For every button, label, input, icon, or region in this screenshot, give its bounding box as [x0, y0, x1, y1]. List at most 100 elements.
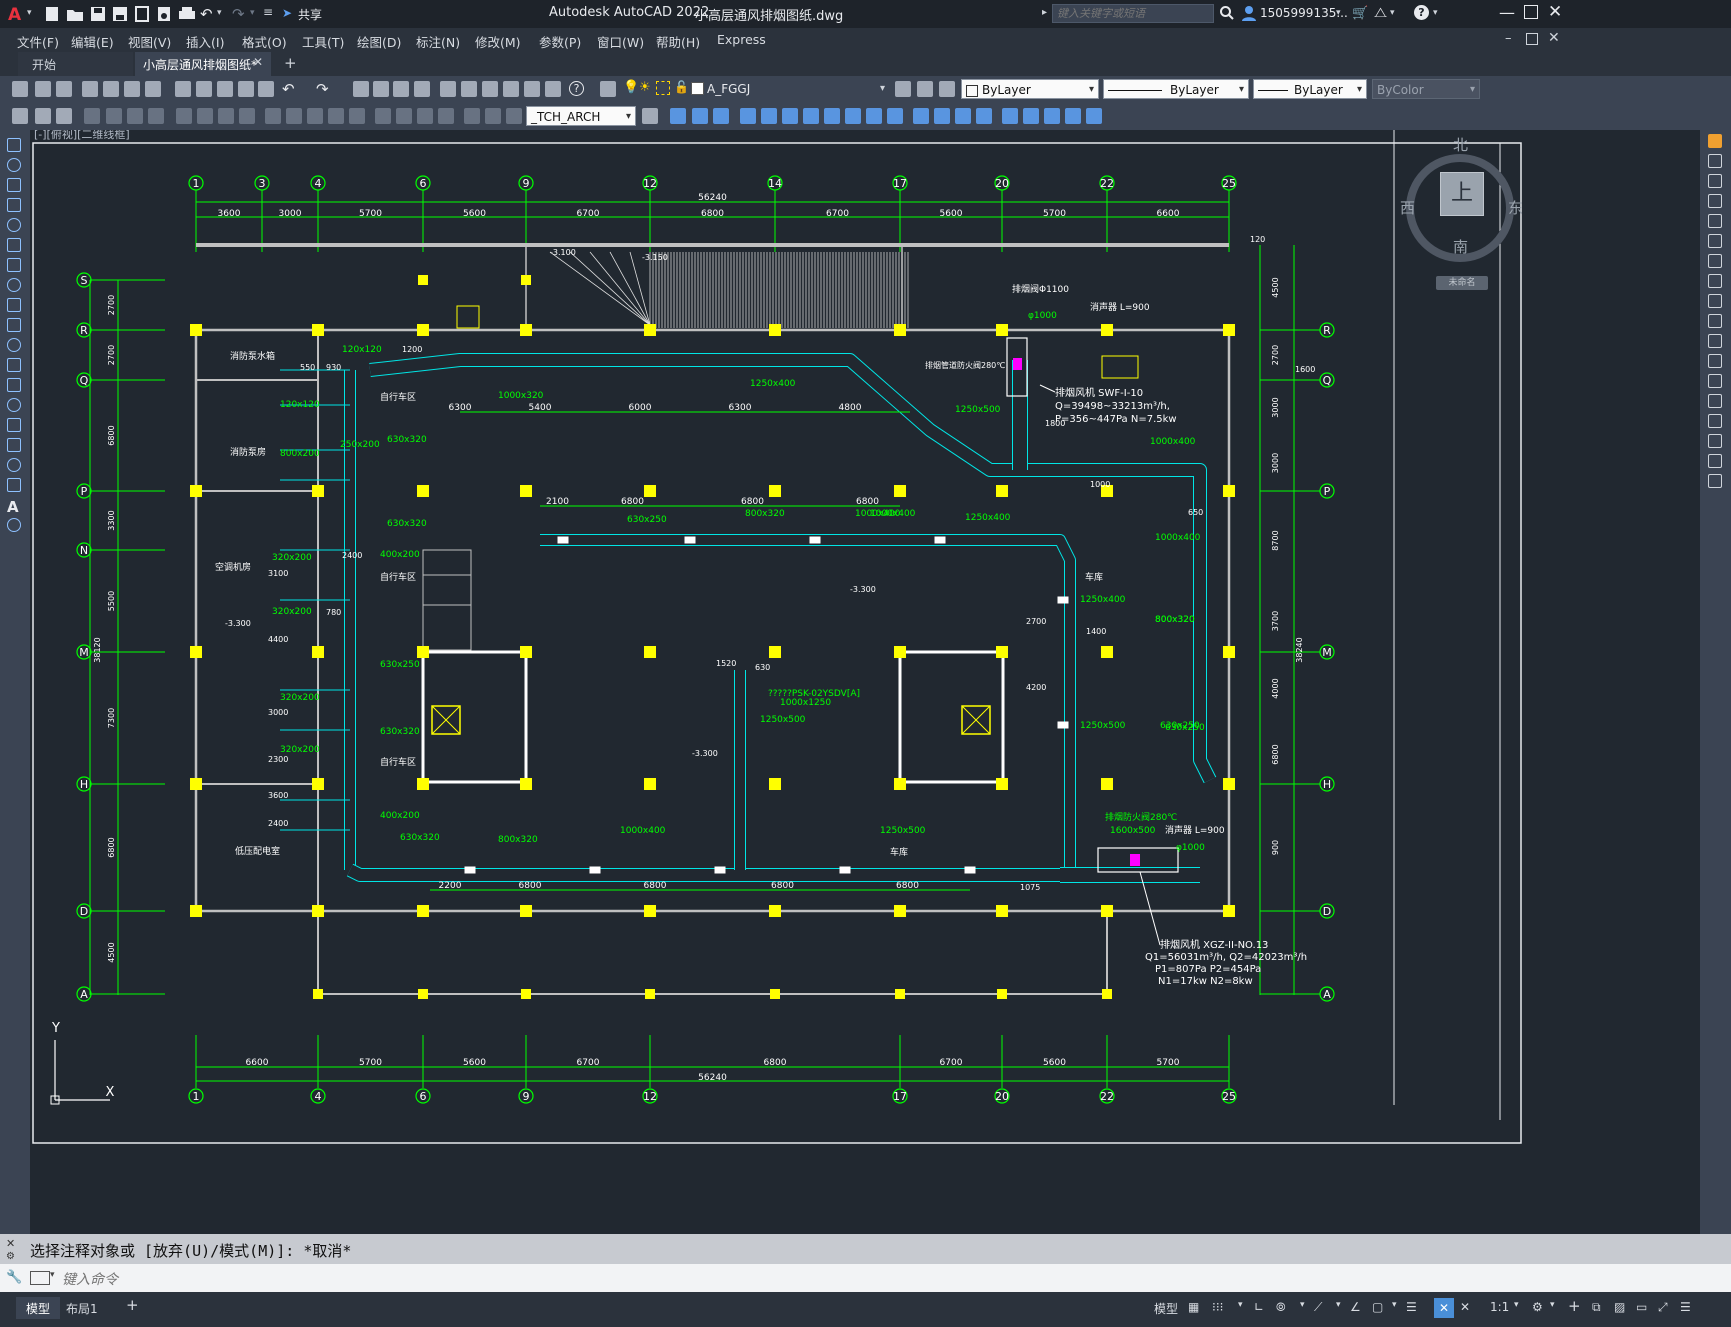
- plot-icon[interactable]: [178, 6, 196, 25]
- modify-explode-icon[interactable]: [1708, 474, 1722, 488]
- modify-blend-icon[interactable]: [1708, 454, 1722, 468]
- viewcube-east[interactable]: 东: [1508, 197, 1523, 218]
- menu-insert[interactable]: 插入(I): [186, 32, 224, 51]
- isodraft-dropdown-icon[interactable]: ▾: [1336, 1300, 1341, 1310]
- grid-icon[interactable]: ▦: [1188, 1300, 1199, 1314]
- modify-chamfer-icon[interactable]: [1708, 414, 1722, 428]
- ordinate-dim-icon[interactable]: [148, 108, 164, 124]
- continue-dim-icon[interactable]: [307, 108, 323, 124]
- 3d-dwf-icon[interactable]: [145, 81, 161, 97]
- dimstyle-manager-icon[interactable]: [642, 108, 658, 124]
- doc-close-icon[interactable]: ✕: [1548, 30, 1560, 46]
- doc-minimize-icon[interactable]: –: [1505, 31, 1512, 46]
- redo-icon[interactable]: ↷: [232, 5, 245, 23]
- copy-object-icon[interactable]: [670, 108, 686, 124]
- preview-icon[interactable]: [103, 81, 119, 97]
- wcs-menu[interactable]: 未命名: [1436, 276, 1488, 290]
- save-icon[interactable]: [90, 6, 106, 25]
- layer-lock-icon[interactable]: 🔓: [674, 80, 689, 94]
- move-icon[interactable]: [761, 108, 777, 124]
- autodesk-app-icon[interactable]: ⧍: [1374, 5, 1387, 21]
- jogged-linear-icon[interactable]: [438, 108, 454, 124]
- viewcube-top-face[interactable]: 上: [1440, 172, 1484, 216]
- cut-icon[interactable]: [175, 81, 191, 97]
- draw-arc-icon[interactable]: [7, 238, 21, 252]
- linear-dim-icon[interactable]: [84, 108, 100, 124]
- menu-edit[interactable]: 编辑(E): [71, 32, 114, 51]
- rotate-icon[interactable]: [782, 108, 798, 124]
- hardware-accel-icon[interactable]: ⤢: [1658, 1300, 1668, 1315]
- matchprop-icon[interactable]: [238, 81, 254, 97]
- search-input[interactable]: [1052, 4, 1214, 23]
- menu-parameter[interactable]: 参数(P): [539, 32, 581, 51]
- workspace-gear-icon[interactable]: ⚙: [1532, 1300, 1543, 1314]
- polar-icon[interactable]: ⦾: [1276, 1300, 1286, 1315]
- explode-icon[interactable]: [976, 108, 992, 124]
- draw-point-icon[interactable]: [7, 398, 21, 412]
- minimize-icon[interactable]: —: [1499, 3, 1515, 22]
- markup-icon[interactable]: [524, 81, 540, 97]
- draw-polyline-icon[interactable]: [7, 178, 21, 192]
- object-snap-tracking-icon[interactable]: ∠: [1350, 1300, 1361, 1314]
- undo-dropdown-icon[interactable]: ▾: [217, 8, 222, 18]
- help-dropdown-icon[interactable]: ▾: [1433, 8, 1438, 18]
- layer-on-icon[interactable]: 💡: [623, 80, 639, 95]
- modify-join-icon[interactable]: [1708, 394, 1722, 408]
- calculator-icon[interactable]: [545, 81, 561, 97]
- search-icon[interactable]: [1219, 5, 1235, 24]
- linetype-select[interactable]: ByLayer ▾: [1103, 79, 1249, 99]
- customize-qat-icon[interactable]: ≡: [263, 5, 273, 19]
- tb-redo-icon[interactable]: ↷: [316, 80, 329, 98]
- close-command-icon[interactable]: ✕: [6, 1237, 15, 1250]
- draw-ellipse-icon[interactable]: [7, 318, 21, 332]
- expand-search-icon[interactable]: ▸: [1042, 7, 1047, 18]
- radius-dim-icon[interactable]: [176, 108, 192, 124]
- undo-icon[interactable]: ↶: [200, 5, 213, 23]
- user-dropdown-icon[interactable]: ▾: [1336, 8, 1341, 18]
- new-tab-button[interactable]: +: [284, 54, 297, 72]
- osnap-dropdown-icon[interactable]: ▾: [1392, 1300, 1397, 1310]
- join-icon[interactable]: [913, 108, 929, 124]
- modify-move-icon[interactable]: [1708, 234, 1722, 248]
- menu-format[interactable]: 格式(O): [242, 32, 287, 51]
- modify-extend-icon[interactable]: [1708, 334, 1722, 348]
- qplot-icon[interactable]: [82, 81, 98, 97]
- stretch-icon[interactable]: [824, 108, 840, 124]
- menu-dimension[interactable]: 标注(N): [416, 32, 460, 51]
- paste-icon[interactable]: [217, 81, 233, 97]
- tab-close-icon[interactable]: ✕: [253, 55, 263, 69]
- draw-line-icon[interactable]: [7, 138, 21, 152]
- dim-break-icon[interactable]: [349, 108, 365, 124]
- draw-gradient-icon[interactable]: [7, 438, 21, 452]
- tab-start[interactable]: 开始: [18, 52, 133, 76]
- modify-erase-icon[interactable]: [1708, 134, 1722, 148]
- modify-scale-icon[interactable]: [1708, 274, 1722, 288]
- command-settings-icon[interactable]: ⚙: [6, 1251, 15, 1262]
- layer-viewport-icon[interactable]: [656, 81, 670, 95]
- table-style-icon[interactable]: [56, 108, 72, 124]
- draw-spline-icon[interactable]: [7, 298, 21, 312]
- layer-freeze-icon[interactable]: ☀: [639, 80, 651, 95]
- qopen-icon[interactable]: [35, 81, 51, 97]
- modify-stretch-icon[interactable]: [1708, 294, 1722, 308]
- center-mark-icon[interactable]: [396, 108, 412, 124]
- draworder-under-icon[interactable]: [1065, 108, 1081, 124]
- menu-modify[interactable]: 修改(M): [475, 32, 521, 51]
- draw-table-icon[interactable]: [7, 478, 21, 492]
- text-style-select[interactable]: _TCH_ARCH ▾: [526, 106, 636, 126]
- menu-tools[interactable]: 工具(T): [302, 32, 344, 51]
- lineweight-select[interactable]: ByLayer ▾: [1253, 79, 1367, 99]
- draworder-back-icon[interactable]: [1023, 108, 1039, 124]
- scale-icon[interactable]: [803, 108, 819, 124]
- annotation-visibility-icon[interactable]: ✕: [1434, 1298, 1454, 1318]
- sheet-set-icon[interactable]: [503, 81, 519, 97]
- diameter-dim-icon[interactable]: [218, 108, 234, 124]
- text-front-icon[interactable]: [1086, 108, 1102, 124]
- save-as-icon[interactable]: [112, 6, 128, 25]
- modify-rotate-icon[interactable]: [1708, 254, 1722, 268]
- qsave-icon[interactable]: [56, 81, 72, 97]
- plotstyle-select[interactable]: ByColor ▾: [1372, 79, 1480, 99]
- modify-offset-icon[interactable]: [1708, 194, 1722, 208]
- multileader-icon[interactable]: [35, 108, 51, 124]
- layer-states-icon[interactable]: [939, 81, 955, 97]
